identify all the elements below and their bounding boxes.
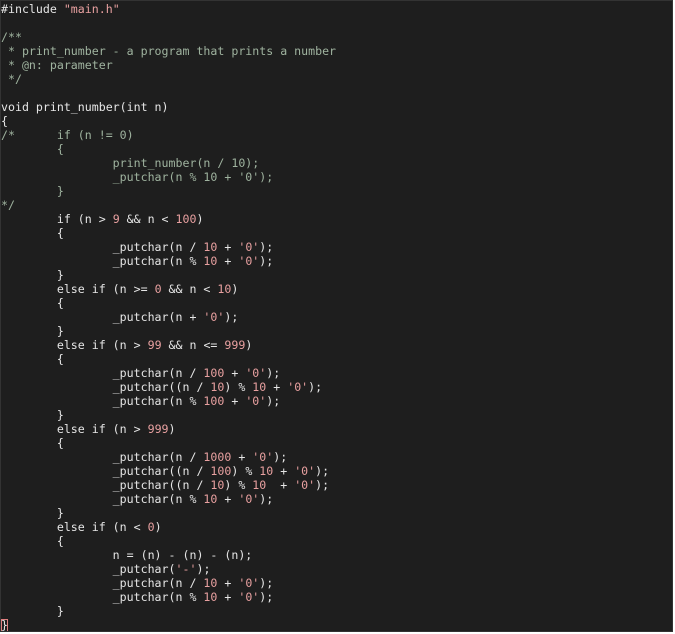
- code-line[interactable]: * print_number - a program that prints a…: [1, 44, 336, 58]
- code-line[interactable]: _putchar(n % 10 + '0');: [1, 590, 336, 604]
- code-line[interactable]: }: [1, 324, 336, 338]
- code-line[interactable]: print_number(n / 10);: [1, 156, 336, 170]
- code-line[interactable]: }: [1, 506, 336, 520]
- text-cursor: [1, 619, 8, 631]
- code-line[interactable]: _putchar((n / 10) % 10 + '0');: [1, 478, 336, 492]
- code-line[interactable]: {: [1, 114, 336, 128]
- code-line[interactable]: else if (n < 0): [1, 520, 336, 534]
- code-line[interactable]: [1, 16, 336, 30]
- code-line[interactable]: _putchar('-');: [1, 562, 336, 576]
- code-line[interactable]: else if (n > 99 && n <= 999): [1, 338, 336, 352]
- code-line[interactable]: }: [1, 604, 336, 618]
- code-line[interactable]: {: [1, 296, 336, 310]
- code-line[interactable]: }: [1, 184, 336, 198]
- code-line[interactable]: }: [1, 408, 336, 422]
- code-line[interactable]: void print_number(int n): [1, 100, 336, 114]
- code-line[interactable]: _putchar((n / 100) % 10 + '0');: [1, 464, 336, 478]
- code-line[interactable]: */: [1, 198, 336, 212]
- code-text-area[interactable]: #include "main.h" /** * print_number - a …: [1, 2, 336, 631]
- code-line[interactable]: _putchar(n / 100 + '0');: [1, 366, 336, 380]
- code-line[interactable]: _putchar(n / 1000 + '0');: [1, 450, 336, 464]
- code-line[interactable]: if (n > 9 && n < 100): [1, 212, 336, 226]
- code-line[interactable]: {: [1, 436, 336, 450]
- code-line[interactable]: {: [1, 226, 336, 240]
- code-line[interactable]: _putchar(n / 10 + '0');: [1, 240, 336, 254]
- code-line[interactable]: _putchar(n % 10 + '0');: [1, 492, 336, 506]
- code-line[interactable]: [1, 86, 336, 100]
- code-line[interactable]: #include "main.h": [1, 2, 336, 16]
- code-line[interactable]: _putchar(n % 10 + '0');: [1, 254, 336, 268]
- code-line[interactable]: _putchar(n % 100 + '0');: [1, 394, 336, 408]
- code-line[interactable]: n = (n) - (n) - (n);: [1, 548, 336, 562]
- code-line[interactable]: _putchar((n / 10) % 10 + '0');: [1, 380, 336, 394]
- code-line[interactable]: * @n: parameter: [1, 58, 336, 72]
- code-line[interactable]: */: [1, 72, 336, 86]
- code-line[interactable]: /**: [1, 30, 336, 44]
- code-line[interactable]: _putchar(n / 10 + '0');: [1, 576, 336, 590]
- code-line[interactable]: {: [1, 142, 336, 156]
- code-line[interactable]: else if (n >= 0 && n < 10): [1, 282, 336, 296]
- code-line[interactable]: /* if (n != 0): [1, 128, 336, 142]
- code-editor[interactable]: #include "main.h" /** * print_number - a …: [0, 0, 673, 632]
- code-line[interactable]: }: [1, 268, 336, 282]
- code-line[interactable]: _putchar(n % 10 + '0');: [1, 170, 336, 184]
- code-line[interactable]: {: [1, 534, 336, 548]
- code-line[interactable]: {: [1, 352, 336, 366]
- code-line[interactable]: }: [1, 618, 336, 631]
- code-line[interactable]: else if (n > 999): [1, 422, 336, 436]
- code-line[interactable]: _putchar(n + '0');: [1, 310, 336, 324]
